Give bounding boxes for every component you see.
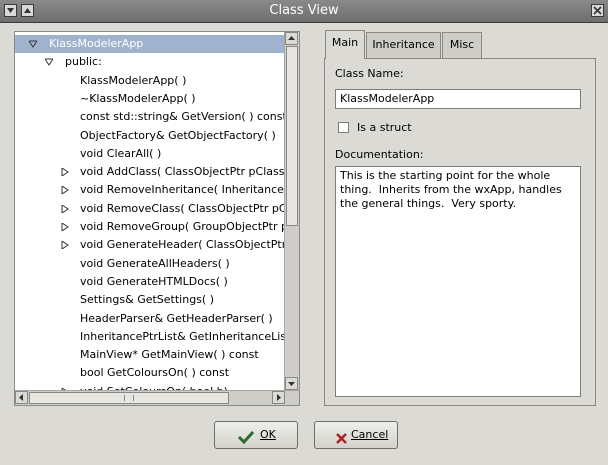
ok-label: OK <box>260 428 276 441</box>
tree-row-label: void RemoveInheritance( InheritancePt <box>80 183 285 197</box>
is-struct-checkbox[interactable] <box>338 122 349 133</box>
tree-row-label: KlassModelerApp( ) <box>80 73 187 87</box>
expander-collapsed-icon[interactable] <box>61 223 69 231</box>
vertical-scroll-thumb[interactable] <box>286 46 298 226</box>
tree-row[interactable]: KlassModelerApp <box>15 35 285 53</box>
tree-row-label: ObjectFactory& GetObjectFactory( ) <box>80 128 276 142</box>
class-name-input[interactable]: KlassModelerApp <box>335 89 581 109</box>
grip-icon <box>124 395 134 401</box>
check-icon <box>237 428 255 454</box>
tree-row-label: KlassModelerApp <box>49 37 144 50</box>
tab-main[interactable]: Main <box>325 30 365 59</box>
tree-row-label: void ClearAll( ) <box>80 146 162 160</box>
expander-expanded-icon[interactable] <box>29 40 37 48</box>
tree-row-label: void GenerateAllHeaders( ) <box>80 256 230 270</box>
tree-row-label: void GenerateHTMLDocs( ) <box>80 274 228 288</box>
tree-row-label: public: <box>65 55 102 69</box>
tree-vertical-scrollbar[interactable] <box>284 32 299 390</box>
title-bar: Class View <box>0 0 608 23</box>
arrow-down-icon <box>288 382 295 386</box>
tree-rows: KlassModelerApp public: KlassModelerApp( )… <box>15 32 285 390</box>
tree-row-label: void AddClass( ClassObjectPtr pClass) <box>80 165 285 179</box>
horizontal-scroll-thumb[interactable] <box>29 392 229 404</box>
tree-row-label: MainView* GetMainView( ) const <box>80 348 259 362</box>
ok-button[interactable]: OK <box>214 421 298 449</box>
tree-row-label: void RemoveGroup( GroupObjectPtr pG <box>80 220 285 233</box>
tree-row-label: Settings& GetSettings( ) <box>80 293 214 307</box>
is-struct-label: Is a struct <box>357 121 412 134</box>
window-title: Class View <box>269 3 339 18</box>
close-icon <box>593 6 602 15</box>
cancel-label: Cancel <box>351 428 389 441</box>
cancel-button[interactable]: Cancel <box>314 421 398 449</box>
arrow-up-icon <box>288 36 295 40</box>
close-button[interactable] <box>591 4 604 17</box>
tree-row-label: HeaderParser& GetHeaderParser( ) <box>80 311 273 325</box>
tree-horizontal-scrollbar[interactable] <box>15 390 299 405</box>
tree-row-label: void SetColoursOn( bool b) <box>80 383 228 390</box>
documentation-textarea[interactable]: This is the starting point for the whole… <box>335 166 581 397</box>
arrow-left-icon <box>19 394 23 401</box>
tree-row-label: void GenerateHeader( ClassObjectPtr <box>80 238 285 252</box>
scroll-up-button[interactable] <box>285 32 298 45</box>
scroll-left-button[interactable] <box>15 391 28 404</box>
tree-row-label: void RemoveClass( ClassObjectPtr pCl <box>80 201 285 215</box>
scroll-right-button[interactable] <box>272 391 285 404</box>
tab-inheritance[interactable]: Inheritance <box>366 32 441 58</box>
expander-collapsed-icon[interactable] <box>61 204 69 213</box>
tree-row-label: ~KlassModelerApp( ) <box>80 91 196 105</box>
arrow-right-icon <box>277 394 281 401</box>
documentation-label: Documentation: <box>335 148 424 161</box>
scroll-down-button[interactable] <box>285 377 298 390</box>
class-name-label: Class Name: <box>335 67 404 80</box>
expander-expanded-icon[interactable] <box>45 58 53 67</box>
tree-row-label: const std::string& GetVersion( ) const <box>80 110 285 124</box>
class-tree[interactable]: KlassModelerApp public: KlassModelerApp( )… <box>14 31 300 406</box>
tree-row-label: bool GetColoursOn( ) const <box>80 366 230 380</box>
tab-misc[interactable]: Misc <box>442 32 482 58</box>
expander-collapsed-icon[interactable] <box>61 168 69 177</box>
cross-icon <box>335 429 348 455</box>
expander-collapsed-icon[interactable] <box>61 186 69 195</box>
tree-row-label: InheritancePtrList& GetInheritanceList( <box>80 329 285 343</box>
expander-collapsed-icon[interactable] <box>61 241 69 250</box>
